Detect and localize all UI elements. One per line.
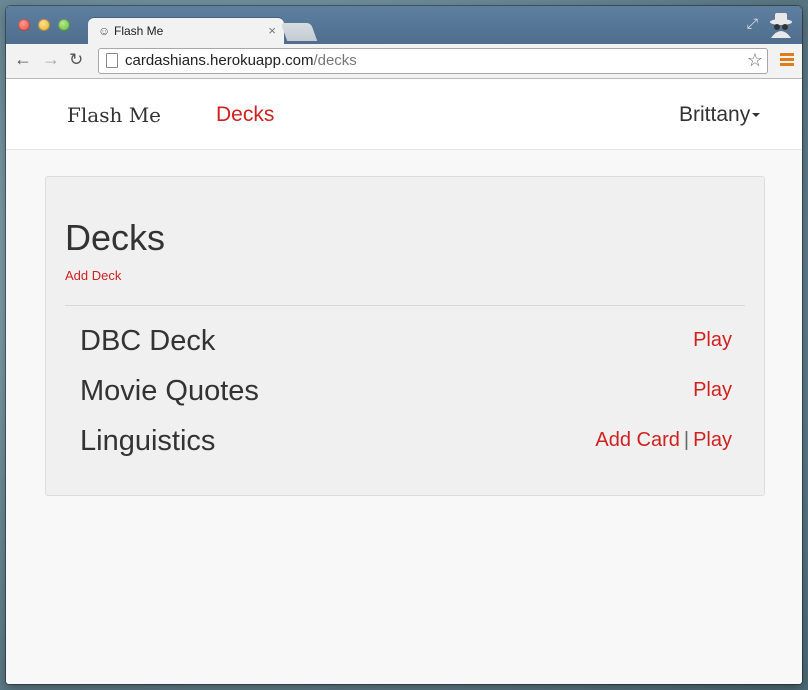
url-host: cardashians.herokuapp.com bbox=[125, 52, 314, 69]
deck-actions: Play bbox=[693, 379, 732, 402]
deck-actions: Play bbox=[693, 329, 732, 352]
play-link[interactable]: Play bbox=[693, 329, 732, 351]
reload-icon[interactable]: ↻ bbox=[69, 50, 83, 70]
deck-row: Linguistics Add Card | Play bbox=[80, 425, 732, 465]
divider bbox=[65, 305, 745, 306]
nav-decks-link[interactable]: Decks bbox=[216, 103, 274, 127]
page-content: Flash Me Decks Brittany Decks Add Deck D… bbox=[6, 79, 802, 684]
deck-name[interactable]: Movie Quotes bbox=[80, 375, 259, 408]
resize-icon[interactable]: ⤢ bbox=[747, 15, 758, 32]
caret-down-icon bbox=[752, 113, 761, 118]
tab-title: Flash Me bbox=[114, 24, 164, 38]
address-bar[interactable]: cardashians.herokuapp.com/decks ☆ bbox=[98, 48, 768, 74]
url-text[interactable]: cardashians.herokuapp.com/decks bbox=[125, 52, 357, 69]
deck-row: DBC Deck Play bbox=[80, 325, 732, 365]
add-deck-link[interactable]: Add Deck bbox=[65, 268, 121, 283]
back-icon[interactable]: ← bbox=[14, 49, 32, 70]
deck-actions: Add Card | Play bbox=[595, 429, 732, 452]
minimize-window-button[interactable] bbox=[38, 19, 50, 31]
close-window-button[interactable] bbox=[18, 19, 30, 31]
star-icon[interactable]: ☆ bbox=[747, 50, 763, 71]
user-name: Brittany bbox=[679, 103, 751, 126]
brand-link[interactable]: Flash Me bbox=[67, 103, 161, 127]
menu-icon[interactable] bbox=[780, 53, 794, 68]
add-card-link[interactable]: Add Card bbox=[595, 429, 680, 451]
page-title: Decks bbox=[65, 217, 166, 258]
play-link[interactable]: Play bbox=[693, 379, 732, 401]
separator: | bbox=[683, 429, 690, 451]
deck-row: Movie Quotes Play bbox=[80, 375, 732, 415]
play-link[interactable]: Play bbox=[693, 429, 732, 451]
user-dropdown[interactable]: Brittany bbox=[679, 103, 761, 127]
tab-strip: ☺ Flash Me × ⤢ bbox=[6, 6, 802, 44]
deck-name[interactable]: Linguistics bbox=[80, 425, 215, 458]
forward-icon[interactable]: → bbox=[42, 49, 60, 70]
new-tab-button[interactable] bbox=[280, 23, 318, 41]
browser-tab[interactable]: ☺ Flash Me × bbox=[88, 18, 284, 44]
page-icon bbox=[106, 53, 118, 68]
browser-toolbar: ← → ↻ cardashians.herokuapp.com/decks ☆ bbox=[6, 44, 802, 79]
decks-panel: Decks Add Deck DBC Deck Play Movie Quote… bbox=[45, 176, 765, 496]
incognito-icon bbox=[770, 13, 792, 38]
maximize-window-button[interactable] bbox=[58, 19, 70, 31]
favicon-icon: ☺ bbox=[98, 24, 111, 38]
deck-name[interactable]: DBC Deck bbox=[80, 325, 215, 358]
site-navbar: Flash Me Decks Brittany bbox=[6, 79, 802, 150]
url-path: /decks bbox=[313, 52, 357, 69]
tab-close-icon[interactable]: × bbox=[268, 23, 276, 38]
browser-window: ☺ Flash Me × ⤢ ← → ↻ cardashians.herokua… bbox=[6, 6, 802, 684]
